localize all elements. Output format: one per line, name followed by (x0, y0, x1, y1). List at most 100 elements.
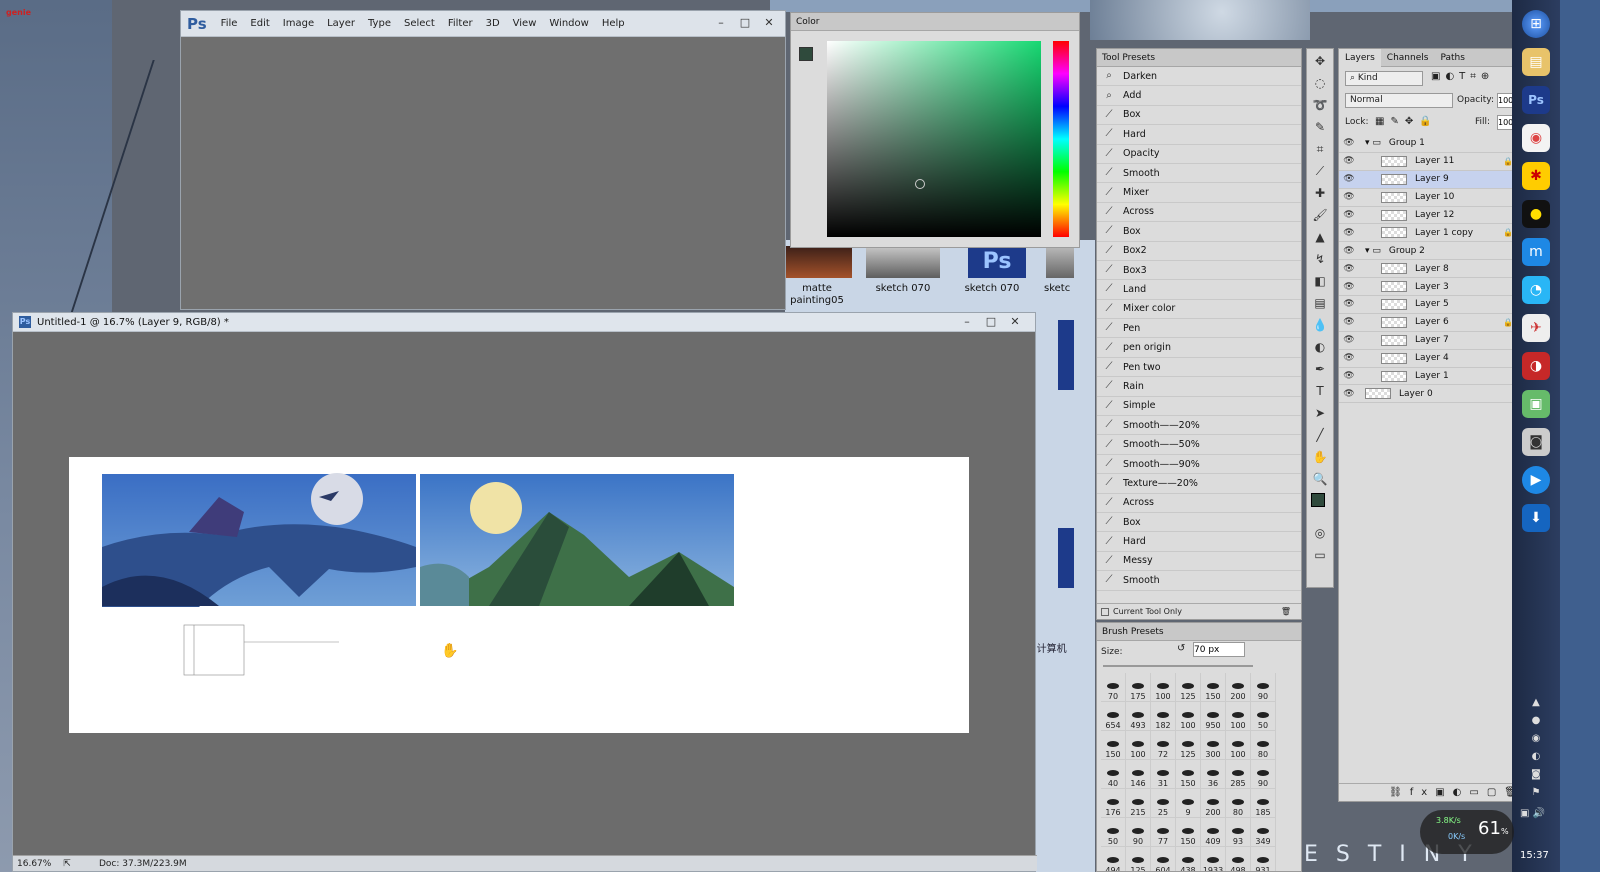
layer-group-row[interactable]: 👁 ▾ ▭ Group 1 (1339, 135, 1533, 153)
brush-preset-cell[interactable]: 125 (1126, 847, 1151, 871)
doc-size[interactable]: Doc: 37.3M/223.9M (99, 859, 187, 869)
hand-tool-icon[interactable]: ✋ (1310, 447, 1330, 467)
brush-preset-cell[interactable]: 100 (1226, 731, 1251, 760)
visibility-eye-icon[interactable]: 👁 (1339, 353, 1359, 363)
menu-window[interactable]: Window (549, 18, 588, 29)
tool-preset-item[interactable]: ⟋ Smooth——50% (1097, 435, 1301, 455)
color-panel-tab[interactable]: Color (791, 13, 1079, 31)
tray-icons[interactable]: ▲ ● ◉ ◐ ◙ ⚑ (1526, 694, 1546, 802)
tool-preset-item[interactable]: ⟋ Smooth (1097, 571, 1301, 591)
brush-preset-cell[interactable]: 175 (1126, 673, 1151, 702)
filter-icons[interactable]: ▣◐T⌗⊕ (1431, 71, 1494, 82)
gradient-tool-icon[interactable]: ▤ (1310, 293, 1330, 313)
brush-size-slider[interactable] (1103, 665, 1253, 667)
tool-preset-item[interactable]: ⟋ Hard (1097, 532, 1301, 552)
tool-preset-item[interactable]: ⟋ Smooth——20% (1097, 416, 1301, 436)
menu-filter[interactable]: Filter (448, 18, 473, 29)
brush-size-input[interactable] (1193, 642, 1245, 657)
thumbnail-matte-painting[interactable] (778, 246, 852, 278)
layer-row[interactable]: 👁 Layer 9 (1339, 170, 1533, 189)
brush-preset-cell[interactable]: 200 (1201, 789, 1226, 818)
brush-preset-cell[interactable]: 150 (1101, 731, 1126, 760)
brush-preset-cell[interactable]: 100 (1151, 673, 1176, 702)
game-app-icon[interactable]: ✱ (1522, 162, 1550, 190)
visibility-eye-icon[interactable]: 👁 (1339, 156, 1359, 166)
color-field[interactable] (827, 41, 1041, 237)
lock-icons[interactable]: ▦✎✥🔒 (1375, 116, 1438, 127)
brush-preset-cell[interactable]: 125 (1176, 673, 1201, 702)
visibility-eye-icon[interactable]: 👁 (1339, 228, 1359, 238)
move-tool-icon[interactable]: ✥ (1310, 51, 1330, 71)
brush-preset-cell[interactable]: 36 (1201, 760, 1226, 789)
brush-preset-cell[interactable]: 200 (1226, 673, 1251, 702)
visibility-eye-icon[interactable]: 👁 (1339, 246, 1359, 256)
brush-preset-cell[interactable]: 100 (1176, 702, 1201, 731)
color-swatches[interactable] (1310, 491, 1331, 521)
brush-preset-cell[interactable]: 9 (1176, 789, 1201, 818)
start-button-icon[interactable]: ⊞ (1522, 10, 1550, 38)
brush-preset-cell[interactable]: 176 (1101, 789, 1126, 818)
ps-file-icon[interactable]: Ps (968, 246, 1026, 278)
thumbnail-label[interactable]: sketch 070 (866, 283, 940, 294)
brush-tool-icon[interactable]: 🖌 (1310, 205, 1330, 225)
brush-presets-tab[interactable]: Brush Presets (1097, 623, 1301, 641)
download-app-icon[interactable]: ⬇ (1522, 504, 1550, 532)
brush-preset-cell[interactable]: 93 (1226, 818, 1251, 847)
menu-image[interactable]: Image (283, 18, 314, 29)
thumbnail-label[interactable]: sketc (1044, 283, 1074, 294)
lasso-tool-icon[interactable]: ➰ (1310, 95, 1330, 115)
camera-app-icon[interactable]: ◙ (1522, 428, 1550, 456)
marquee-tool-icon[interactable]: ◌ (1310, 73, 1330, 93)
brush-preset-cell[interactable]: 80 (1226, 789, 1251, 818)
menu-3d[interactable]: 3D (486, 18, 500, 29)
reset-icon[interactable]: ↺ (1177, 643, 1185, 654)
layer-row[interactable]: 👁 Layer 6 🔒 (1339, 314, 1533, 332)
layer-row[interactable]: 👁 Layer 3 (1339, 278, 1533, 297)
doc-maximize-button[interactable]: □ (981, 314, 1001, 330)
menu-type[interactable]: Type (368, 18, 391, 29)
tool-preset-item[interactable]: ⟋ Mixer color (1097, 300, 1301, 320)
tool-preset-item[interactable]: ⟋ Messy (1097, 552, 1301, 572)
brush-preset-cell[interactable]: 1933 (1201, 847, 1226, 871)
tab-channels[interactable]: Channels (1381, 53, 1435, 63)
eraser-tool-icon[interactable]: ◧ (1310, 271, 1330, 291)
brush-preset-cell[interactable]: 25 (1151, 789, 1176, 818)
layers-footer-icons[interactable]: ⛓fx▣◐▭▢🗑 (1339, 783, 1533, 801)
brush-preset-cell[interactable]: 50 (1101, 818, 1126, 847)
visibility-eye-icon[interactable]: 👁 (1339, 264, 1359, 274)
tool-preset-item[interactable]: ⟋ Box3 (1097, 261, 1301, 281)
tool-preset-item[interactable]: ⌕ Darken (1097, 67, 1301, 87)
brush-preset-cell[interactable]: 77 (1151, 818, 1176, 847)
visibility-eye-icon[interactable]: 👁 (1339, 138, 1359, 148)
visibility-eye-icon[interactable]: 👁 (1339, 299, 1359, 309)
visibility-eye-icon[interactable]: 👁 (1339, 174, 1359, 184)
thumbnail-label[interactable]: matte painting05 (782, 283, 852, 307)
line-tool-icon[interactable]: ╱ (1310, 425, 1330, 445)
dodge-tool-icon[interactable]: ◐ (1310, 337, 1330, 357)
visibility-eye-icon[interactable]: 👁 (1339, 282, 1359, 292)
tool-preset-item[interactable]: ⟋ Land (1097, 280, 1301, 300)
visibility-eye-icon[interactable]: 👁 (1339, 389, 1359, 399)
brush-preset-cell[interactable]: 300 (1201, 731, 1226, 760)
android-app-icon[interactable]: ▣ (1522, 390, 1550, 418)
brush-preset-cell[interactable]: 285 (1226, 760, 1251, 789)
maximize-button[interactable]: □ (735, 15, 755, 31)
menu-select[interactable]: Select (404, 18, 435, 29)
brush-preset-cell[interactable]: 72 (1151, 731, 1176, 760)
tool-preset-item[interactable]: ⌕ Add (1097, 86, 1301, 106)
visibility-eye-icon[interactable]: 👁 (1339, 192, 1359, 202)
export-icon[interactable]: ⇱ (53, 859, 81, 869)
thumbnail-sketch[interactable] (866, 246, 940, 278)
trash-icon[interactable]: 🗑 (1281, 607, 1291, 616)
thumbnail-label[interactable]: sketch 070 (955, 283, 1029, 294)
brush-preset-cell[interactable]: 604 (1151, 847, 1176, 871)
tool-preset-item[interactable]: ⟋ Mixer (1097, 183, 1301, 203)
group-folder-icon[interactable]: ▾ ▭ (1365, 246, 1381, 256)
tool-preset-item[interactable]: ⟋ Texture——20% (1097, 474, 1301, 494)
tool-preset-item[interactable]: ⟋ Opacity (1097, 145, 1301, 164)
screen-mode-icon[interactable]: ▭ (1310, 545, 1330, 565)
qq-penguin-icon[interactable]: ● (1522, 200, 1550, 228)
brush-preset-cell[interactable]: 90 (1251, 673, 1276, 702)
pen-tool-icon[interactable]: ✒ (1310, 359, 1330, 379)
brush-preset-cell[interactable]: 654 (1101, 702, 1126, 731)
